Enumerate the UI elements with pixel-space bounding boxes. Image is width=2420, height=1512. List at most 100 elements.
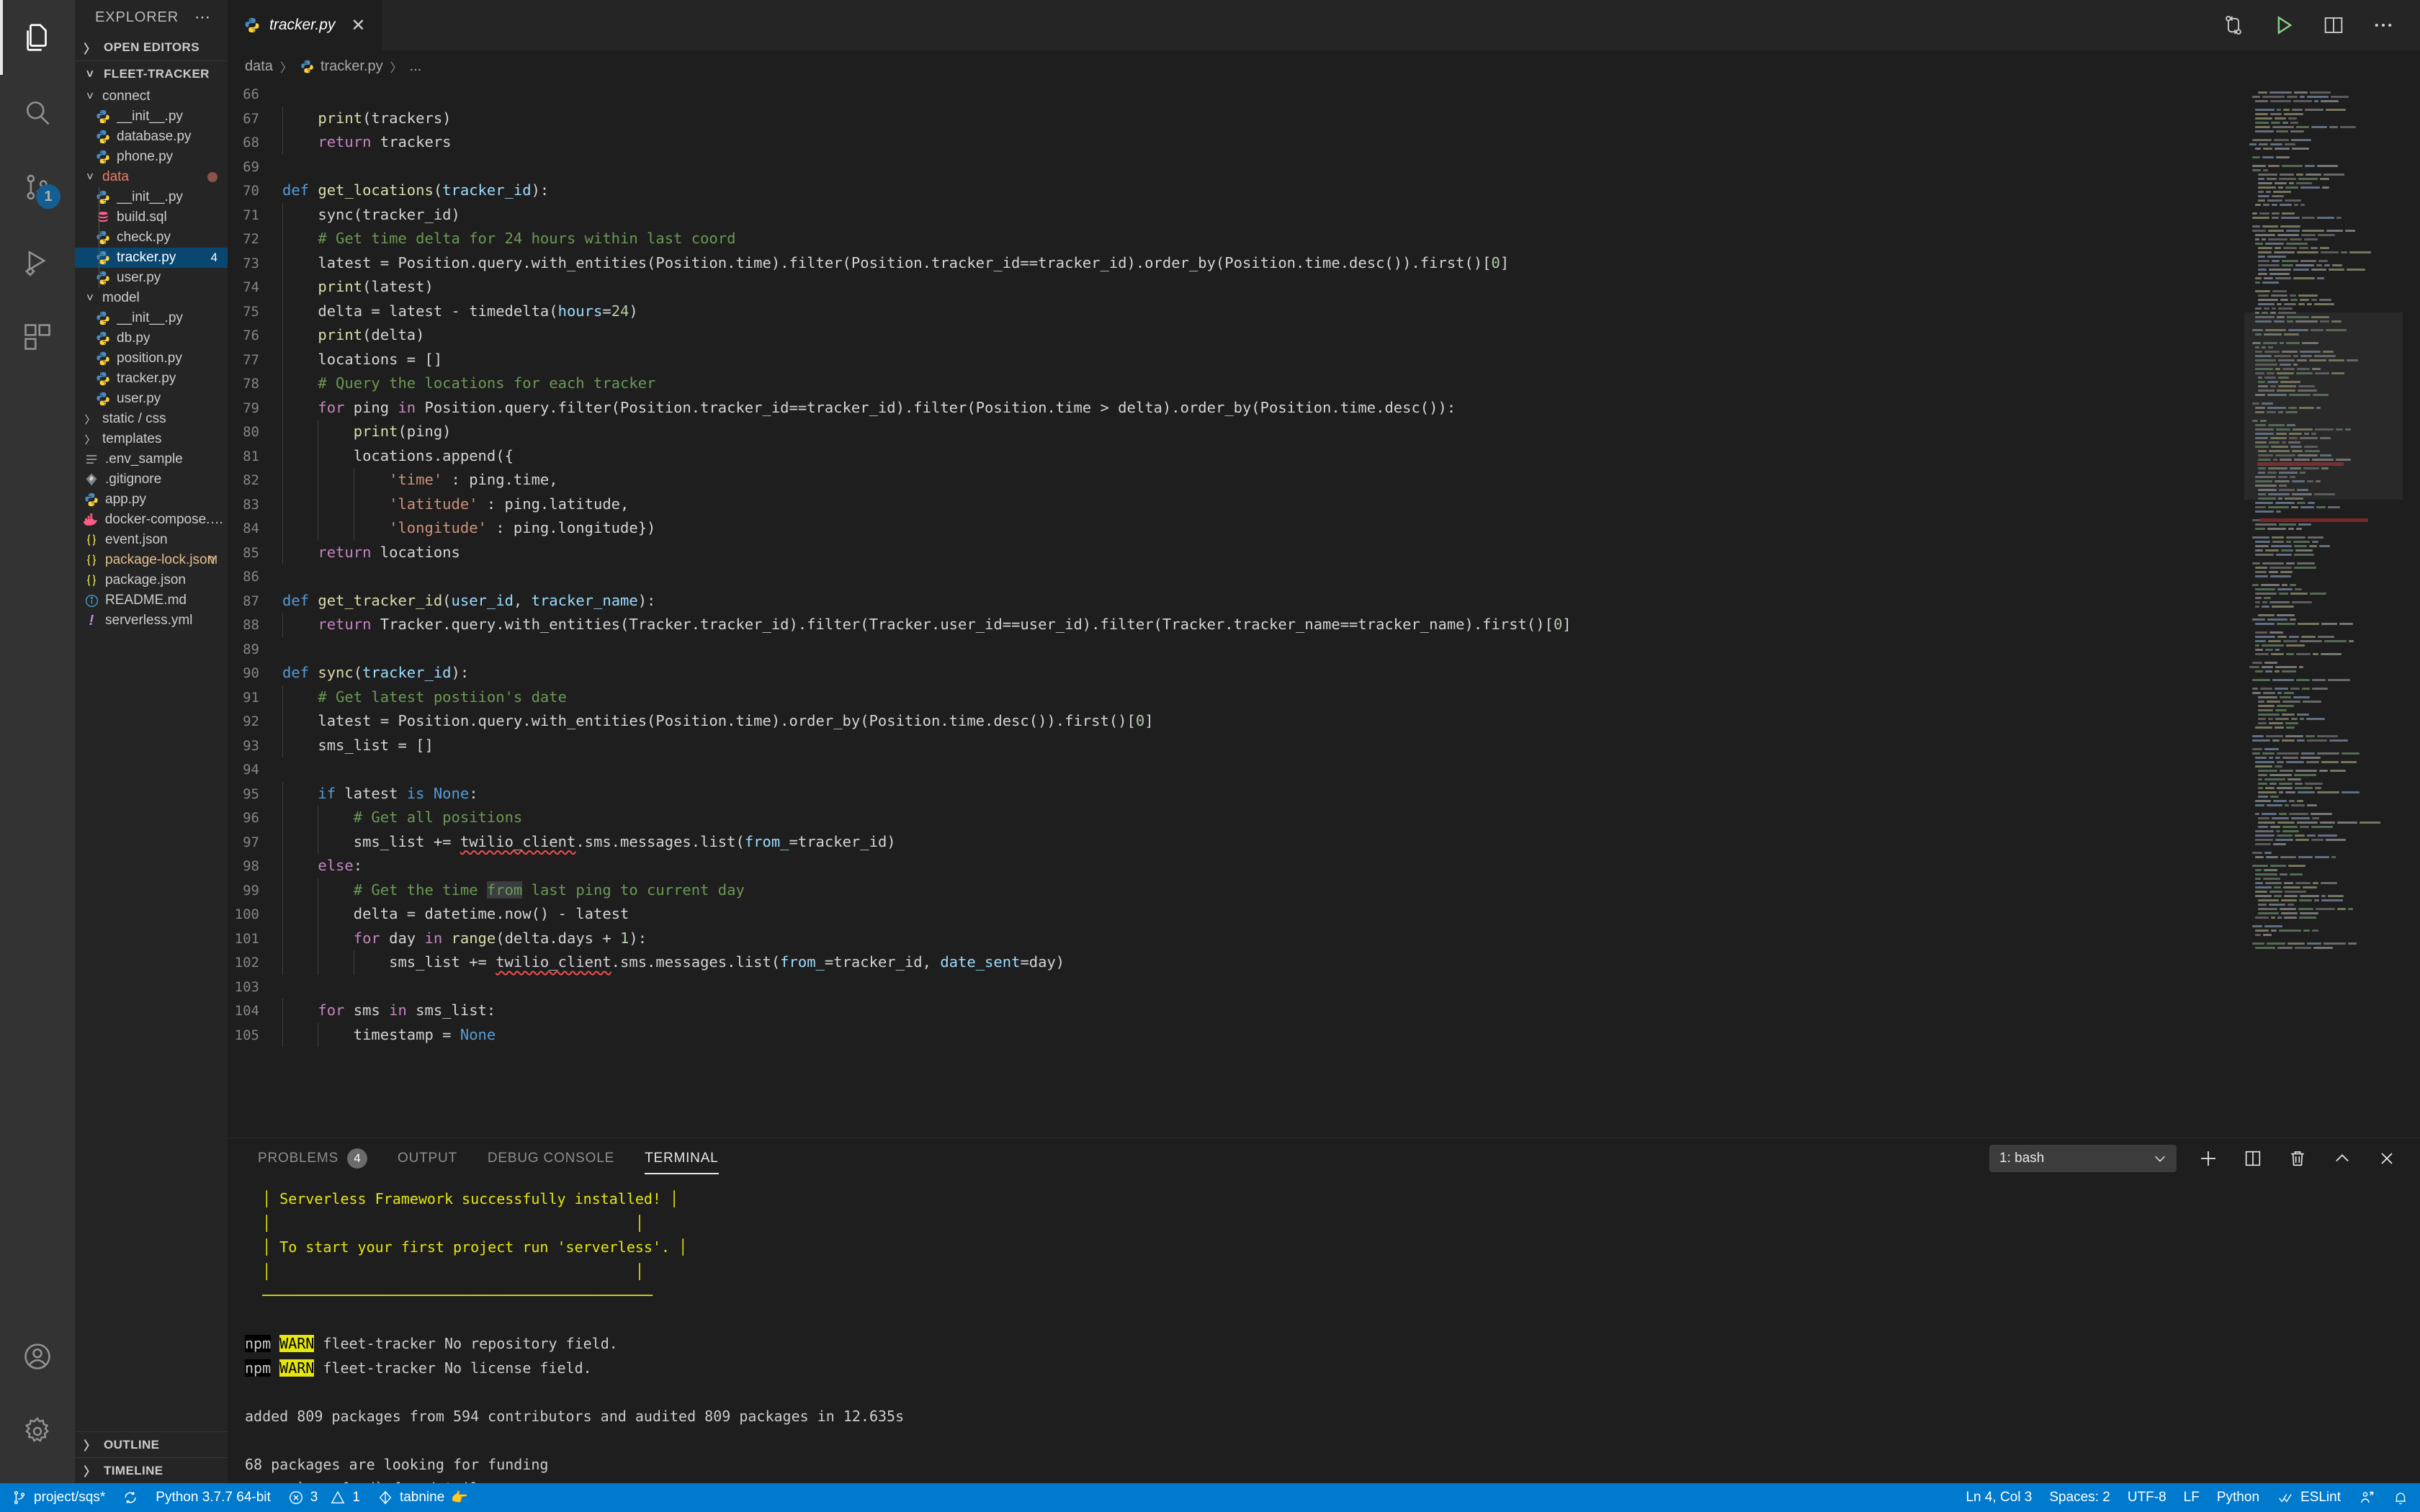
- activity-item-source-control[interactable]: 1: [0, 150, 75, 225]
- code-line[interactable]: 92 latest = Position.query.with_entities…: [228, 709, 2420, 734]
- code-editor[interactable]: 66 67 print(trackers) 68 return trackers 69…: [228, 82, 2420, 1138]
- sidebar-section-outline[interactable]: 〉 OUTLINE: [75, 1431, 228, 1457]
- tree-file-build-sql[interactable]: build.sql: [75, 207, 228, 228]
- status-notifications[interactable]: [2384, 1483, 2417, 1512]
- tree-folder-data[interactable]: ˅ data: [75, 167, 228, 187]
- code-line[interactable]: 81 locations.append({: [228, 444, 2420, 468]
- code-line[interactable]: 103: [228, 975, 2420, 999]
- maximize-panel-button[interactable]: [2329, 1146, 2355, 1171]
- code-line[interactable]: 76 print(delta): [228, 323, 2420, 348]
- code-line[interactable]: 69: [228, 155, 2420, 179]
- status-python-interpreter[interactable]: Python 3.7.7 64-bit: [147, 1483, 279, 1512]
- tree-file-init-py[interactable]: __init__.py: [75, 308, 228, 328]
- status-eslint[interactable]: ESLint: [2268, 1483, 2349, 1512]
- tree-file-db-py[interactable]: db.py: [75, 328, 228, 348]
- status-sync[interactable]: [114, 1483, 147, 1512]
- tab-terminal[interactable]: TERMINAL: [645, 1138, 720, 1179]
- status-cursor-position[interactable]: Ln 4, Col 3: [1957, 1483, 2040, 1512]
- tree-file-env-sample[interactable]: .env_sample: [75, 449, 228, 469]
- status-eol[interactable]: LF: [2175, 1483, 2208, 1512]
- tree-folder-model[interactable]: ˅ model: [75, 288, 228, 308]
- tree-folder-connect[interactable]: ˅ connect: [75, 86, 228, 107]
- code-line[interactable]: 98 else:: [228, 854, 2420, 878]
- code-line[interactable]: 104 for sms in sms_list:: [228, 999, 2420, 1023]
- tree-file-position-py[interactable]: position.py: [75, 348, 228, 369]
- status-tabnine[interactable]: tabnine 👉: [369, 1483, 477, 1512]
- sidebar-section-open-editors[interactable]: 〉 OPEN EDITORS: [75, 35, 228, 60]
- code-line[interactable]: 90 def sync(tracker_id):: [228, 661, 2420, 685]
- tab-tracker-py[interactable]: tracker.py ✕: [228, 0, 382, 50]
- activity-item-explorer[interactable]: [0, 0, 75, 75]
- new-terminal-button[interactable]: [2195, 1146, 2221, 1171]
- tree-file-init-py[interactable]: __init__.py: [75, 187, 228, 207]
- activity-item-run-and-debug[interactable]: [0, 225, 75, 300]
- code-line[interactable]: 88 return Tracker.query.with_entities(Tr…: [228, 613, 2420, 637]
- code-line[interactable]: 66: [228, 82, 2420, 107]
- code-line[interactable]: 85 return locations: [228, 540, 2420, 564]
- code-line[interactable]: 72 # Get time delta for 24 hours within …: [228, 227, 2420, 251]
- tree-file-user-py[interactable]: user.py: [75, 389, 228, 409]
- tree-file-readme-md[interactable]: README.md: [75, 590, 228, 611]
- code-line[interactable]: 105 timestamp = None: [228, 1022, 2420, 1047]
- code-line[interactable]: 86: [228, 564, 2420, 589]
- activity-item-extensions[interactable]: [0, 300, 75, 374]
- tab-output[interactable]: OUTPUT: [398, 1138, 457, 1179]
- code-line[interactable]: 73 latest = Position.query.with_entities…: [228, 251, 2420, 275]
- status-live-share[interactable]: [2349, 1483, 2384, 1512]
- chevron-right-icon[interactable]: 〉: [82, 432, 98, 447]
- sidebar-section-timeline[interactable]: 〉 TIMELINE: [75, 1457, 228, 1483]
- sidebar-section-project[interactable]: ˅ FLEET-TRACKER: [75, 60, 228, 86]
- code-line[interactable]: 67 print(trackers): [228, 106, 2420, 130]
- code-line[interactable]: 93 sms_list = []: [228, 733, 2420, 757]
- code-line[interactable]: 78 # Query the locations for each tracke…: [228, 372, 2420, 396]
- tree-folder-templates[interactable]: 〉 templates: [75, 429, 228, 449]
- code-line[interactable]: 74 print(latest): [228, 275, 2420, 300]
- ellipsis-icon[interactable]: [2371, 13, 2396, 37]
- tree-folder-static-css[interactable]: 〉 static / css: [75, 409, 228, 429]
- status-problems[interactable]: 3 1: [279, 1483, 369, 1512]
- status-encoding[interactable]: UTF-8: [2119, 1483, 2175, 1512]
- code-line[interactable]: 94: [228, 757, 2420, 782]
- code-line[interactable]: 80 print(ping): [228, 420, 2420, 444]
- status-indentation[interactable]: Spaces: 2: [2040, 1483, 2119, 1512]
- activity-item-accounts[interactable]: [0, 1319, 75, 1394]
- code-line[interactable]: 102 sms_list += twilio_client.sms.messag…: [228, 950, 2420, 975]
- status-language-mode[interactable]: Python: [2208, 1483, 2268, 1512]
- tree-file-app-py[interactable]: app.py: [75, 490, 228, 510]
- chevron-down-icon[interactable]: ˅: [82, 291, 98, 305]
- code-content[interactable]: 66 67 print(trackers) 68 return trackers 69…: [228, 82, 2420, 1138]
- code-line[interactable]: 84 'longitude' : ping.longitude}): [228, 516, 2420, 541]
- code-line[interactable]: 91 # Get latest postiion's date: [228, 685, 2420, 709]
- terminal-selector[interactable]: 1: bash: [1989, 1145, 2177, 1172]
- tree-file-tracker-py[interactable]: tracker.py: [75, 369, 228, 389]
- chevron-down-icon[interactable]: ˅: [82, 170, 98, 184]
- tree-file-phone-py[interactable]: phone.py: [75, 147, 228, 167]
- tree-file-package-json[interactable]: package.json: [75, 570, 228, 590]
- terminal-output[interactable]: │ Serverless Framework successfully inst…: [228, 1179, 2420, 1483]
- code-line[interactable]: 89: [228, 637, 2420, 662]
- code-line[interactable]: 87 def get_tracker_id(user_id, tracker_na…: [228, 589, 2420, 613]
- code-line[interactable]: 68 return trackers: [228, 130, 2420, 155]
- code-line[interactable]: 79 for ping in Position.query.filter(Pos…: [228, 395, 2420, 420]
- tree-file-check-py[interactable]: check.py: [75, 228, 228, 248]
- chevron-right-icon[interactable]: 〉: [82, 412, 98, 427]
- breadcrumb-item-symbol[interactable]: ...: [410, 58, 422, 75]
- trash-icon[interactable]: [2285, 1146, 2311, 1171]
- tree-file-gitignore[interactable]: .gitignore: [75, 469, 228, 490]
- code-line[interactable]: 97 sms_list += twilio_client.sms.message…: [228, 829, 2420, 854]
- close-panel-button[interactable]: [2374, 1146, 2400, 1171]
- tree-file-database-py[interactable]: database.py: [75, 127, 228, 147]
- close-icon[interactable]: ✕: [351, 15, 365, 36]
- code-line[interactable]: 71 sync(tracker_id): [228, 202, 2420, 227]
- code-line[interactable]: 83 'latitude' : ping.latitude,: [228, 492, 2420, 516]
- code-line[interactable]: 101 for day in range(delta.days + 1):: [228, 926, 2420, 950]
- file-tree[interactable]: ˅ connect __init__.py database.py phone.py ˅ d…: [75, 86, 228, 1431]
- split-terminal-button[interactable]: [2240, 1146, 2266, 1171]
- tree-file-init-py[interactable]: __init__.py: [75, 107, 228, 127]
- tree-file-event-json[interactable]: event.json: [75, 530, 228, 550]
- sidebar-more-actions-icon[interactable]: ⋯: [194, 8, 212, 27]
- code-line[interactable]: 75 delta = latest - timedelta(hours=24): [228, 299, 2420, 323]
- code-line[interactable]: 95 if latest is None:: [228, 781, 2420, 806]
- code-line[interactable]: 77 locations = []: [228, 347, 2420, 372]
- code-line[interactable]: 96 # Get all positions: [228, 806, 2420, 830]
